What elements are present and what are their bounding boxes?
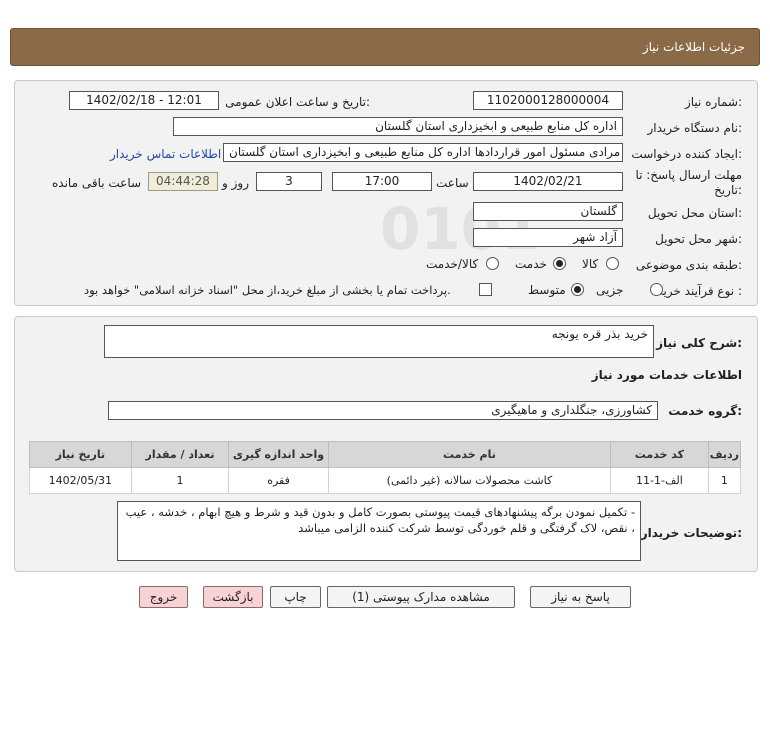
cell-service-name: کاشت محصولات سالانه (غیر دائمی) bbox=[327, 467, 612, 494]
page-header: جزئیات اطلاعات نیاز bbox=[10, 28, 760, 66]
col-unit: واحد اندازه گیری bbox=[228, 441, 329, 468]
services-info-heading: اطلاعات خدمات مورد نیاز bbox=[591, 368, 742, 382]
remaining-label: ساعت باقی مانده bbox=[52, 176, 142, 190]
table-row: 1402/05/31 1 فقره کاشت محصولات سالانه (غ… bbox=[29, 467, 742, 494]
buyer-notes-text: - تکمیل نمودن برگه پیشنهادهای قیمت پیوست… bbox=[125, 505, 635, 535]
category-option-service: خدمت bbox=[515, 257, 547, 271]
days-label: روز و bbox=[222, 176, 249, 190]
deadline-label-line1: مهلت ارسال پاسخ: تا تاریخ: bbox=[632, 168, 742, 198]
deadline-time-field: 17:00 bbox=[332, 172, 432, 191]
view-documents-button[interactable]: مشاهده مدارک پیوستی (1) bbox=[327, 586, 515, 608]
city-label: شهر محل تحویل: bbox=[655, 232, 742, 246]
buyer-notes-field: - تکمیل نمودن برگه پیشنهادهای قیمت پیوست… bbox=[117, 501, 641, 561]
category-radio-goods-service[interactable] bbox=[486, 257, 499, 270]
requester-label: ایجاد کننده درخواست: bbox=[631, 147, 742, 161]
buyer-org-label: نام دستگاه خریدار: bbox=[647, 121, 743, 135]
city-field: آزاد شهر bbox=[473, 228, 623, 247]
services-table: تاریخ نیاز تعداد / مقدار واحد اندازه گیر… bbox=[29, 441, 742, 494]
table-header-row: تاریخ نیاز تعداد / مقدار واحد اندازه گیر… bbox=[29, 441, 742, 468]
deadline-time-label: ساعت bbox=[436, 176, 469, 190]
category-option-goods: کالا bbox=[582, 257, 599, 271]
col-need-date: تاریخ نیاز bbox=[29, 441, 132, 468]
process-radio-medium[interactable] bbox=[571, 283, 584, 296]
category-option-goods-service: کالا/خدمت bbox=[426, 257, 479, 271]
days-field: 3 bbox=[256, 172, 322, 191]
col-service-code: کد خدمت bbox=[610, 441, 709, 468]
buyer-notes-label: توضیحات خریدار: bbox=[640, 526, 742, 540]
process-option-minor: جزیی bbox=[596, 283, 624, 297]
exit-button[interactable]: خروج bbox=[139, 586, 188, 608]
treasury-payment-note: پرداخت تمام یا بخشی از مبلغ خرید،از محل … bbox=[84, 283, 451, 297]
category-label: طبقه بندی موضوعی: bbox=[635, 258, 742, 272]
category-radio-service[interactable] bbox=[553, 257, 566, 270]
buyer-contact-link[interactable]: اطلاعات تماس خریدار bbox=[110, 147, 221, 161]
col-row-number: ردیف bbox=[707, 441, 742, 468]
announce-datetime-label: تاریخ و ساعت اعلان عمومی: bbox=[225, 95, 370, 109]
cell-unit: فقره bbox=[228, 467, 329, 494]
buyer-org-field: اداره کل منابع طبیعی و ابخیزداری استان گ… bbox=[173, 117, 623, 136]
deadline-date-field: 1402/02/21 bbox=[473, 172, 623, 191]
announce-datetime-field: 1402/02/18 - 12:01 bbox=[69, 91, 219, 110]
col-quantity: تعداد / مقدار bbox=[130, 441, 230, 468]
cell-row-number: 1 bbox=[707, 467, 742, 494]
description-field: خرید بذر قره یونجه bbox=[104, 325, 654, 358]
back-button[interactable]: بازگشت bbox=[203, 586, 263, 608]
cell-quantity: 1 bbox=[130, 467, 230, 494]
category-radio-goods[interactable] bbox=[606, 257, 619, 270]
page-title: جزئیات اطلاعات نیاز bbox=[642, 40, 745, 54]
province-label: استان محل تحویل: bbox=[647, 206, 742, 220]
process-option-medium: متوسط bbox=[528, 283, 566, 297]
cell-service-code: الف-1-11 bbox=[610, 467, 709, 494]
process-radio-minor[interactable] bbox=[650, 283, 663, 296]
process-label: نوع فرآیند خرید : bbox=[657, 284, 742, 298]
cell-need-date: 1402/05/31 bbox=[29, 467, 132, 494]
need-number-label: شماره نیاز: bbox=[684, 95, 742, 109]
treasury-payment-checkbox[interactable] bbox=[479, 283, 492, 296]
need-number-field: 1102000128000004 bbox=[473, 91, 623, 110]
remaining-time-field: 04:44:28 bbox=[148, 172, 218, 191]
service-group-label: گروه خدمت: bbox=[668, 404, 742, 418]
service-group-field: کشاورزی، جنگلداری و ماهیگیری bbox=[108, 401, 658, 420]
requester-field: ولی اله مرادی مسئول امور قراردادها اداره… bbox=[223, 143, 623, 162]
deadline-label: مهلت ارسال پاسخ: تا تاریخ: bbox=[635, 168, 742, 197]
col-service-name: نام خدمت bbox=[327, 441, 612, 468]
province-field: گلستان bbox=[473, 202, 623, 221]
print-button[interactable]: چاپ bbox=[270, 586, 321, 608]
description-label: شرح کلی نیاز: bbox=[656, 336, 742, 350]
reply-button[interactable]: پاسخ به نیاز bbox=[530, 586, 631, 608]
